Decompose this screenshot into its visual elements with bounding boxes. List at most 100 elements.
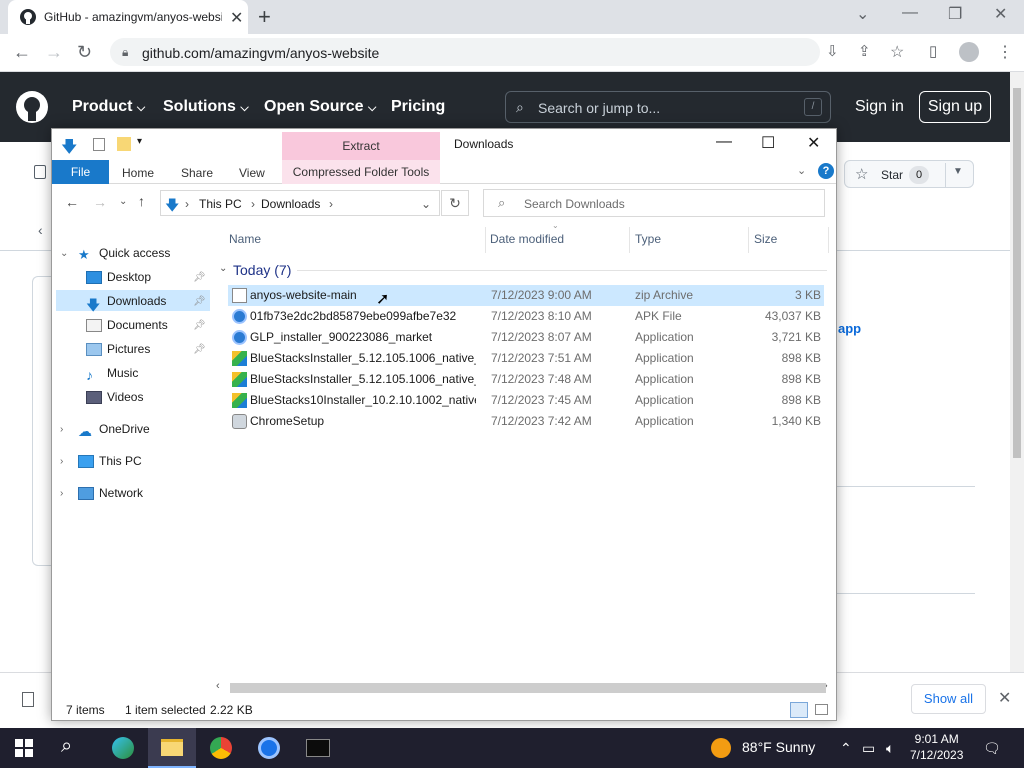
minimize-icon[interactable]: —	[902, 4, 918, 22]
tray-expand-icon[interactable]: ⌃	[840, 740, 852, 757]
file-row[interactable]: BlueStacksInstaller_5.12.105.1006_native…	[228, 369, 824, 390]
close-window-icon[interactable]: ✕	[994, 4, 1007, 24]
column-type[interactable]: Type	[635, 232, 661, 246]
explorer-back-icon[interactable]: ←	[65, 194, 79, 210]
volume-muted-icon[interactable]: 🔈︎	[886, 740, 894, 757]
notifications-icon[interactable]: 🗨︎	[983, 740, 1001, 757]
browser-tab[interactable]: GitHub - amazingvm/anyos-website ✕	[8, 0, 248, 34]
download-file-icon[interactable]	[22, 692, 34, 707]
column-separator[interactable]	[485, 227, 486, 253]
windows-start-icon[interactable]	[15, 739, 33, 757]
details-view-icon[interactable]	[790, 702, 808, 718]
star-button[interactable]: ☆ Star 0 ▼	[844, 160, 974, 188]
nav-desktop[interactable]: Desktop	[86, 270, 151, 285]
page-scrollbar-thumb[interactable]	[1013, 88, 1021, 458]
terminal-icon[interactable]	[306, 739, 330, 757]
help-icon[interactable]: ?	[818, 163, 834, 179]
explorer-maximize-icon[interactable]: ☐	[761, 133, 775, 153]
collapse-quick-access-icon[interactable]: ⌄	[60, 248, 68, 259]
explorer-close-icon[interactable]: ✕	[807, 133, 820, 153]
nav-music[interactable]: ♪ Music	[86, 366, 138, 383]
customize-toolbar-icon[interactable]: ▾	[137, 136, 142, 147]
properties-icon[interactable]	[93, 138, 105, 151]
nav-this-pc[interactable]: This PC	[78, 454, 142, 469]
pin-icon[interactable]: 📌︎	[193, 272, 206, 283]
tab-search-icon[interactable]: ⌄	[856, 4, 869, 24]
column-separator[interactable]	[828, 227, 829, 253]
chevron-down-icon[interactable]: ▼	[953, 166, 963, 177]
tab-compressed-folder-tools[interactable]: Compressed Folder Tools	[282, 160, 440, 184]
pin-icon[interactable]: 📌︎	[193, 320, 206, 331]
close-downloads-bar-icon[interactable]: ✕	[998, 688, 1011, 708]
column-separator[interactable]	[629, 227, 630, 253]
file-row[interactable]: ChromeSetup 7/12/2023 7:42 AM Application 1…	[228, 411, 824, 432]
refresh-icon[interactable]: ↻	[441, 190, 469, 216]
file-row[interactable]: BlueStacksInstaller_5.12.105.1006_native…	[228, 348, 824, 369]
weather-text[interactable]: 88°F Sunny	[742, 739, 815, 755]
nav-onedrive[interactable]: ☁ OneDrive	[78, 422, 150, 439]
file-row[interactable]: BlueStacks10Installer_10.2.10.1002_nativ…	[228, 390, 824, 411]
share-icon[interactable]: ⇪	[858, 42, 871, 60]
sign-in-link[interactable]: Sign in	[855, 98, 904, 116]
tab-view[interactable]: View	[239, 166, 265, 180]
new-folder-icon[interactable]	[117, 137, 131, 151]
profile-avatar[interactable]	[959, 42, 979, 62]
app-taskbar-icon[interactable]	[258, 737, 280, 759]
nav-solutions[interactable]: Solutions ⌵	[163, 98, 249, 116]
scroll-left-icon[interactable]: ‹	[216, 680, 220, 692]
search-downloads-input[interactable]: ⌕ Search Downloads	[483, 189, 825, 217]
tab-share[interactable]: Share	[181, 166, 213, 180]
nav-pictures[interactable]: Pictures	[86, 342, 150, 357]
github-mark-icon[interactable]	[16, 91, 48, 123]
edge-icon[interactable]	[112, 737, 134, 759]
sign-up-button[interactable]: Sign up	[919, 91, 991, 123]
search-icon[interactable]: ⌕	[61, 735, 72, 758]
column-separator[interactable]	[748, 227, 749, 253]
explorer-minimize-icon[interactable]: —	[716, 133, 732, 151]
chevron-left-icon[interactable]: ‹	[38, 222, 43, 238]
back-icon[interactable]: ←	[13, 42, 31, 63]
expand-ribbon-icon[interactable]: ⌄	[797, 164, 806, 177]
pin-icon[interactable]: 📌︎	[193, 296, 206, 307]
breadcrumb-this-pc[interactable]: This PC	[199, 197, 242, 211]
group-header[interactable]: Today (7)	[233, 262, 291, 278]
install-icon[interactable]: ⇩	[826, 42, 839, 60]
up-folder-icon[interactable]: ↑	[138, 193, 145, 209]
breadcrumb-downloads[interactable]: Downloads	[261, 197, 320, 211]
expand-this-pc-icon[interactable]: ›	[60, 456, 63, 467]
clock[interactable]: 9:01 AM 7/12/2023	[910, 731, 963, 763]
show-all-button[interactable]: Show all	[911, 684, 986, 714]
quick-download-icon[interactable]: 🡇	[61, 136, 77, 163]
horizontal-scrollbar-thumb[interactable]	[230, 683, 826, 693]
expand-network-icon[interactable]: ›	[60, 488, 63, 499]
column-size[interactable]: Size	[754, 232, 777, 246]
nav-quick-access[interactable]: ★ Quick access	[78, 246, 170, 262]
tab-file[interactable]: File	[52, 160, 109, 184]
path-dropdown-icon[interactable]: ⌄	[421, 197, 431, 211]
file-row[interactable]: anyos-website-main 7/12/2023 9:00 AM zip A…	[228, 285, 824, 306]
github-search-input[interactable]: ⌕ Search or jump to... /	[505, 91, 831, 123]
collapse-group-icon[interactable]: ⌄	[219, 263, 227, 274]
column-date-modified[interactable]: Date modified	[490, 232, 564, 246]
side-panel-icon[interactable]: ▯	[929, 42, 937, 60]
address-path[interactable]: 🡇 › This PC › Downloads › ⌄	[160, 190, 440, 216]
chrome-icon[interactable]	[210, 737, 232, 759]
extract-context-tab[interactable]: Extract	[282, 132, 440, 160]
expand-onedrive-icon[interactable]: ›	[60, 424, 63, 435]
address-bar[interactable]: 🔒︎ github.com/amazingvm/anyos-website	[110, 38, 820, 66]
column-name[interactable]: Name	[229, 232, 261, 246]
file-row[interactable]: 01fb73e2dc2bd85879ebe099afbe7e32 7/12/202…	[228, 306, 824, 327]
forward-icon[interactable]: →	[45, 42, 63, 63]
explorer-forward-icon[interactable]: →	[93, 194, 107, 210]
nav-documents[interactable]: Documents	[86, 318, 168, 333]
nav-product[interactable]: Product ⌵	[72, 98, 145, 116]
tab-home[interactable]: Home	[122, 166, 154, 180]
pin-icon[interactable]: 📌︎	[193, 344, 206, 355]
restore-icon[interactable]: ❐	[948, 4, 962, 24]
nav-downloads[interactable]: 🡇 Downloads	[86, 294, 166, 313]
network-tray-icon[interactable]: ▭	[862, 740, 875, 757]
nav-pricing[interactable]: Pricing	[391, 98, 445, 116]
large-icons-view-icon[interactable]	[815, 704, 828, 715]
nav-videos[interactable]: Videos	[86, 390, 143, 405]
bookmark-star-icon[interactable]: ☆	[890, 42, 904, 62]
